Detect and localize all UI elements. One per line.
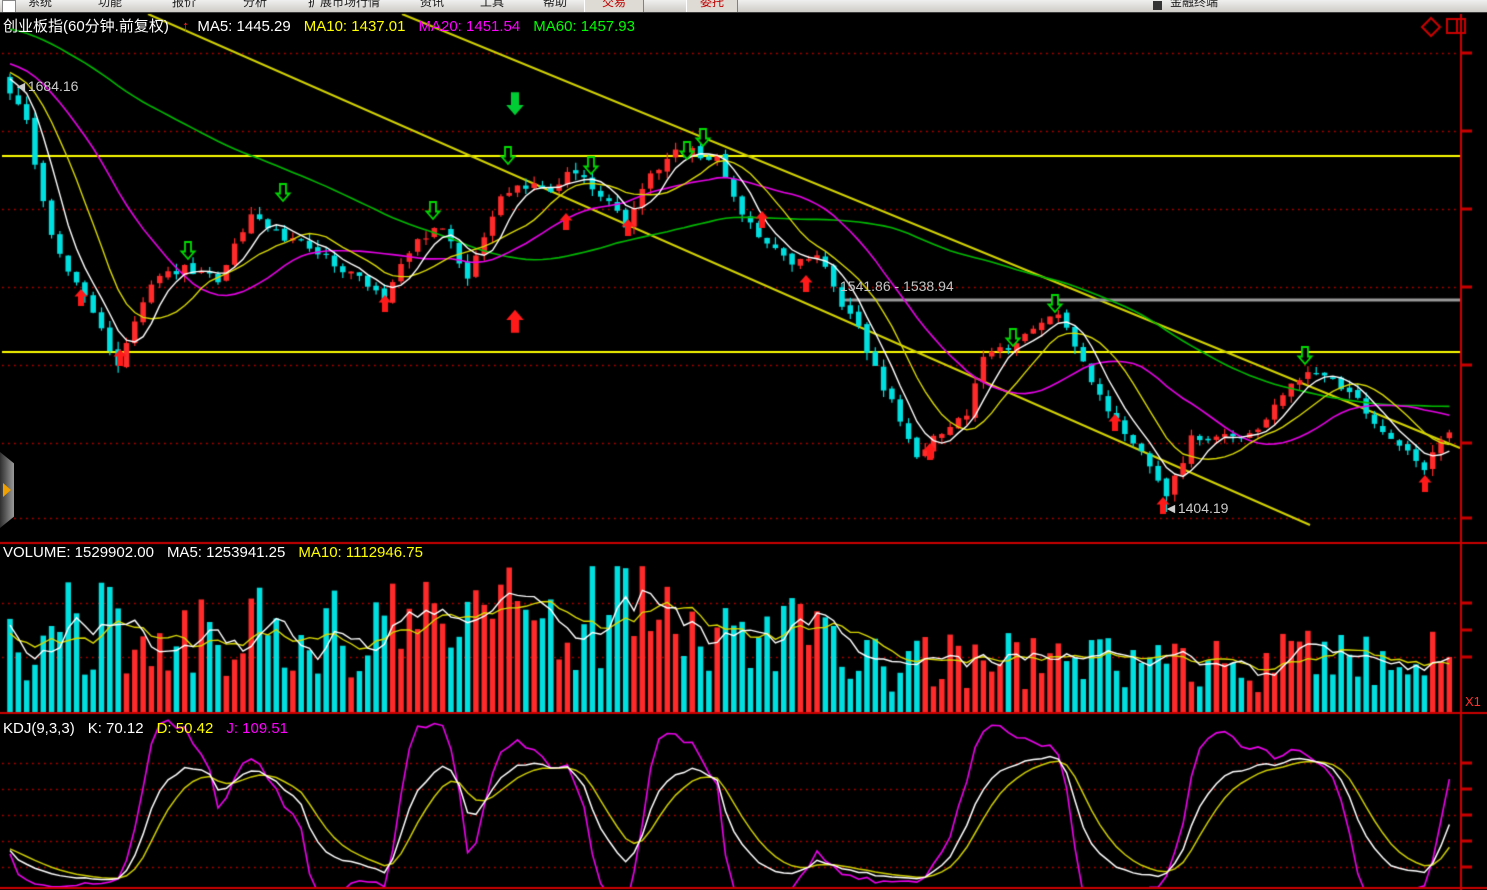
kdj-j-value: J: 109.51 [226,720,288,737]
x-scale-button[interactable]: X1 [1465,694,1481,709]
toolbar-right-icon[interactable] [1153,1,1162,10]
volume-value: VOLUME: 1529902.00 [3,544,154,561]
menu-bar: 系统 功能 报价 分析 扩展市场行情 资讯 工具 帮助 交易 委托 金融终端 [0,0,1487,13]
expand-arrow-icon [3,483,11,497]
menu-red-button-0[interactable]: 交易 [584,0,644,12]
kdj-d-value: D: 50.42 [157,720,214,737]
app-icon [2,0,16,13]
menu-item-5[interactable]: 资讯 [420,0,444,10]
menu-item-7[interactable]: 帮助 [543,0,567,10]
symbol-title: 创业板指(60分钟.前复权) [3,18,169,35]
volume-ma10-value: MA10: 1112946.75 [298,544,423,561]
menu-red-button-1[interactable]: 委托 [686,0,738,12]
kdj-name: KDJ(9,3,3) [3,720,75,737]
price-chart-canvas[interactable] [0,0,1487,890]
menu-item-6[interactable]: 工具 [480,0,504,10]
trend-up-arrow-icon: ↑ [182,18,190,35]
range-measure-label: 1541.86 - 1538.94 [840,278,954,294]
side-panel-expand-handle[interactable] [0,452,14,528]
toolbar-right-text[interactable]: 金融终端 [1170,0,1218,10]
ma10-value: MA10: 1437.01 [304,18,406,35]
volume-header: VOLUME: 1529902.00 MA5: 1253941.25 MA10: 1… [3,544,436,561]
menu-item-0[interactable]: 系统 [28,0,52,10]
low-price-marker: ◄1404.19 [1164,500,1228,516]
volume-ma5-value: MA5: 1253941.25 [167,544,285,561]
main-chart-header: 创业板指(60分钟.前复权) ↑ MA5: 1445.29 MA10: 1437.01… [3,15,648,36]
menu-item-4[interactable]: 扩展市场行情 [308,0,380,10]
ma20-value: MA20: 1451.54 [419,18,521,35]
trading-app-window: { "window": { "menubar": { "items": ["系统… [0,0,1487,890]
menu-item-2[interactable]: 报价 [172,0,196,10]
menu-item-1[interactable]: 功能 [98,0,122,10]
ma5-value: MA5: 1445.29 [197,18,290,35]
high-price-marker: ◄1684.16 [14,78,78,94]
ma60-value: MA60: 1457.93 [533,18,635,35]
kdj-k-value: K: 70.12 [88,720,144,737]
menu-item-3[interactable]: 分析 [243,0,267,10]
kdj-header: KDJ(9,3,3) K: 70.12 D: 50.42 J: 109.51 [3,720,301,737]
